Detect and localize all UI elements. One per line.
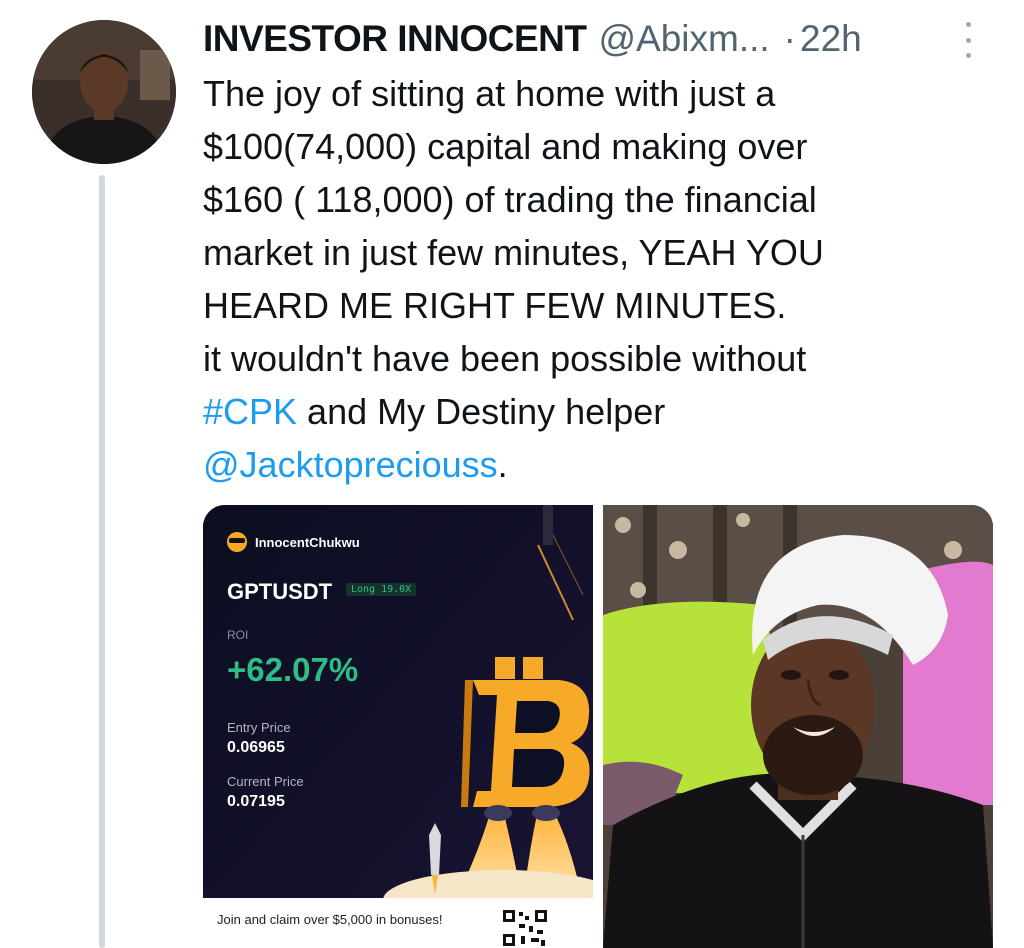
roi-label: ROI — [227, 628, 249, 642]
entry-price-label: Entry Price — [227, 720, 291, 735]
entry-price-value: 0.06965 — [227, 739, 285, 756]
promo-text: Join and claim over $5,000 in bonuses! — [217, 912, 443, 927]
tweet-text-line: market in just few minutes, YEAH YOU — [203, 232, 824, 273]
more-vertical-icon[interactable] — [958, 22, 978, 58]
tweet-text-fragment: . — [497, 444, 508, 485]
hashtag-link[interactable]: #CPK — [203, 391, 297, 432]
tweet-text-line-mention: @Jacktopreciouss. — [203, 438, 963, 491]
mention-link[interactable]: @Jacktopreciouss — [203, 444, 498, 485]
trading-pair: GPTUSDT — [227, 579, 333, 604]
roi-value: +62.07% — [227, 651, 359, 688]
current-price-label: Current Price — [227, 774, 304, 789]
tweet-body: The joy of sitting at home with just a $… — [203, 67, 963, 491]
tweet-text-line: The joy of sitting at home with just a — [203, 73, 776, 114]
tweet-text-line: $100(74,000) capital and making over — [203, 126, 808, 167]
author-display-name[interactable]: INVESTOR INNOCENT — [203, 18, 587, 60]
media-image-trade-card[interactable]: InnocentChukwu GPTUSDT Long 19.0X ROI +6… — [203, 505, 593, 948]
avatar-photo — [32, 20, 176, 164]
tweet-text-fragment: and My Destiny helper — [297, 391, 666, 432]
tweet-media: InnocentChukwu GPTUSDT Long 19.0X ROI +6… — [203, 505, 993, 948]
qr-code-icon — [501, 908, 549, 948]
trade-card-footer: Join and claim over $5,000 in bonuses! — [203, 898, 593, 948]
media-image-selfie[interactable] — [603, 505, 993, 948]
tweet-text-line: HEARD ME RIGHT FEW MINUTES. — [203, 285, 787, 326]
trader-username-label: InnocentChukwu — [255, 534, 360, 550]
trader-username: InnocentChukwu — [227, 532, 360, 552]
trader-avatar — [227, 532, 247, 552]
separator-dot: · — [783, 18, 796, 59]
tweet-header: INVESTOR INNOCENT @Abixm... · 22h — [203, 14, 1003, 64]
thread-line — [99, 175, 105, 948]
position-tag: Long 19.0X — [346, 583, 417, 596]
author-handle[interactable]: @Abixm... — [598, 18, 769, 60]
current-price-value: 0.07195 — [227, 793, 285, 810]
selfie-photo — [603, 505, 993, 948]
author-avatar[interactable] — [32, 20, 176, 164]
tweet-text-line: it wouldn't have been possible without — [203, 338, 807, 379]
tweet-text-line: $160 ( 118,000) of trading the financial — [203, 179, 817, 220]
tweet-timestamp[interactable]: 22h — [800, 18, 862, 60]
tweet-text-line-hashtag: #CPK and My Destiny helper — [203, 385, 963, 438]
